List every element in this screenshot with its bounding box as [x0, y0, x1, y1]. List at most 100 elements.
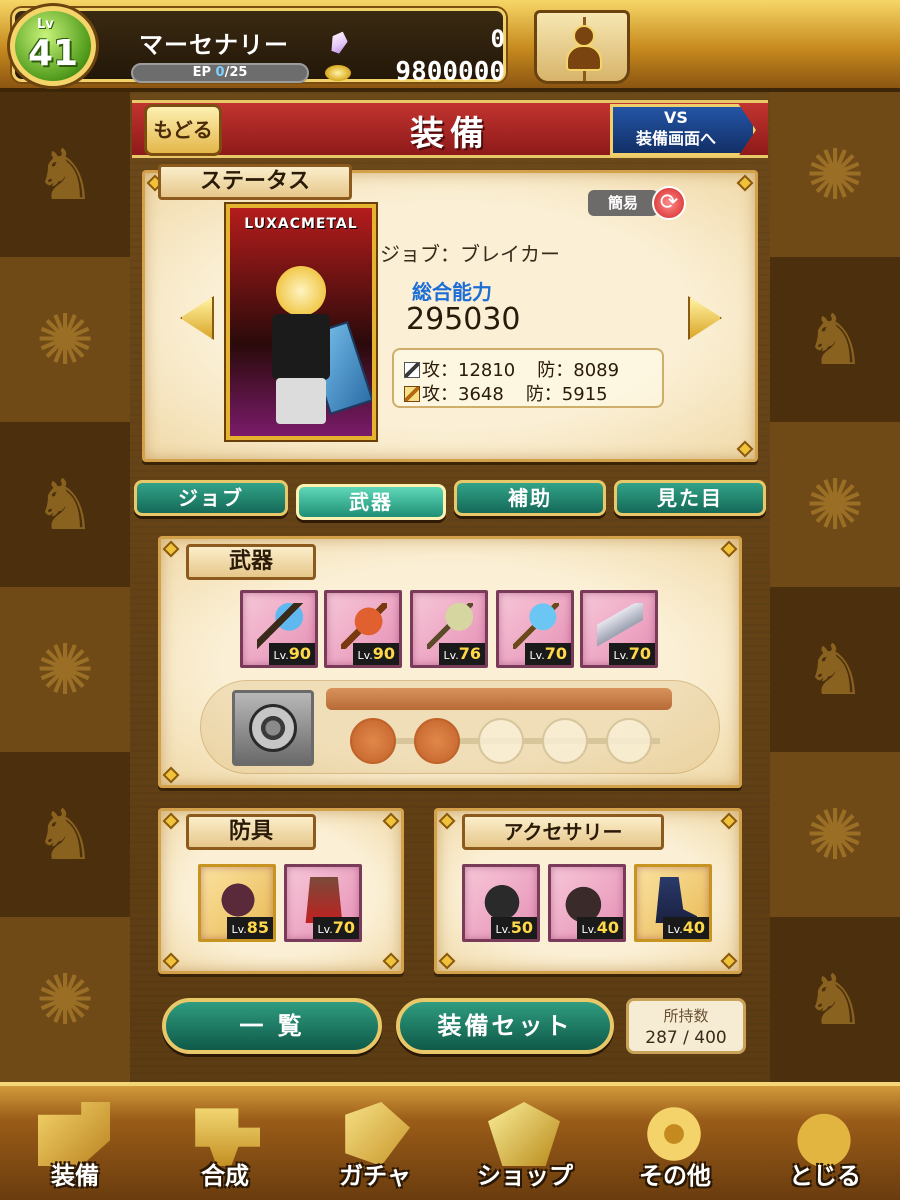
vs-equip-screen-button[interactable]: VS 装備画面へ [610, 104, 756, 156]
item-level: Lv.70 [609, 643, 655, 665]
left-decor-column: ♞ ✺ ♞ ✺ ♞ ✺ [0, 92, 130, 1082]
sun-emblem-icon: ✺ [770, 422, 900, 587]
corner-gem-icon [720, 812, 738, 830]
sun-emblem-icon: ✺ [770, 752, 900, 917]
job-name: ジョブ：ブレイカー [380, 242, 560, 266]
accessory-slot-3[interactable]: Lv.40 [634, 864, 712, 942]
skill-dot [414, 718, 460, 764]
nav-other[interactable]: その他 [600, 1086, 750, 1200]
nav-label: ガチャ [339, 1162, 411, 1190]
refresh-icon[interactable]: ⟳ [652, 186, 686, 220]
character-card[interactable]: LUXACMETAL [226, 204, 376, 440]
knight-emblem-icon: ♞ [770, 917, 900, 1082]
nav-equip[interactable]: 装備 [0, 1086, 150, 1200]
stat-box: 攻：12810 防：8089 攻：3648 防：5915 [392, 348, 664, 408]
player-name: マーセナリー [139, 31, 289, 59]
gold-count: 9800000 [395, 57, 505, 87]
accessory-slot-1[interactable]: Lv.50 [462, 864, 540, 942]
back-button[interactable]: もどる [144, 104, 222, 156]
weapon-tag: 武器 [186, 544, 316, 580]
weapon-slot-1[interactable]: Lv.90 [240, 590, 318, 668]
owned-label: 所持数 [663, 1007, 709, 1025]
weapon-slot-2[interactable]: Lv.90 [324, 590, 402, 668]
item-level: Lv.50 [491, 917, 537, 939]
skill-emblem[interactable] [232, 690, 314, 766]
crystal-icon [328, 29, 351, 55]
skill-dot [542, 718, 588, 764]
ep-gauge: EP 0/25 [131, 63, 309, 83]
owned-value: 287 / 400 [645, 1028, 727, 1048]
item-level: Lv.76 [439, 643, 485, 665]
nav-label: 合成 [201, 1162, 249, 1190]
nav-close[interactable]: とじる [750, 1086, 900, 1200]
weapon-slot-3[interactable]: Lv.76 [410, 590, 488, 668]
corner-gem-icon [720, 540, 738, 558]
phys-defense: 防：8089 [537, 360, 620, 381]
total-power-label: 総合能力 [412, 280, 492, 304]
simple-view-toggle[interactable]: 簡易 ⟳ [588, 186, 686, 220]
total-power-value: 295030 [406, 302, 521, 337]
item-level: Lv.70 [525, 643, 571, 665]
card-logo: LUXACMETAL [244, 216, 358, 232]
corner-gem-icon [720, 952, 738, 970]
friend-book-icon [564, 25, 602, 71]
nav-gacha[interactable]: ガチャ [300, 1086, 450, 1200]
weapon-slot-5[interactable]: Lv.70 [580, 590, 658, 668]
ep-current: 0 [215, 65, 225, 80]
corner-gem-icon [162, 952, 180, 970]
page-title: 装備 [410, 114, 490, 154]
character-head [276, 266, 326, 316]
sword-icon [404, 362, 420, 378]
bottom-nav: 装備 合成 ガチャ ショップ その他 とじる [0, 1082, 900, 1200]
item-level: Lv.90 [353, 643, 399, 665]
gem-count: 0 [490, 25, 505, 53]
weapon-slot-4[interactable]: Lv.70 [496, 590, 574, 668]
staff-icon [404, 386, 420, 402]
sun-emblem-icon: ✺ [770, 92, 900, 257]
mag-attack: 攻：3648 [422, 384, 504, 405]
tab-appearance[interactable]: 見た目 [614, 480, 766, 516]
physical-stats-row: 攻：12810 防：8089 [404, 356, 619, 382]
item-level: Lv.90 [269, 643, 315, 665]
equip-set-button[interactable]: 装備セット [396, 998, 614, 1054]
top-status-bar: マーセナリー EP 0/25 0 9800000 Lv 41 [0, 0, 900, 92]
owned-count-box: 所持数 287 / 400 [626, 998, 746, 1054]
coin-icon [325, 65, 351, 81]
corner-gem-icon [736, 440, 754, 458]
corner-gem-icon [162, 766, 180, 784]
knight-emblem-icon: ♞ [0, 92, 130, 257]
nav-label: その他 [639, 1162, 711, 1190]
simple-label: 簡易 [588, 190, 658, 216]
right-decor-column: ✺ ♞ ✺ ♞ ✺ ♞ [770, 92, 900, 1082]
nav-label: とじる [789, 1162, 861, 1190]
nav-shop[interactable]: ショップ [450, 1086, 600, 1200]
character-body [272, 314, 330, 380]
friend-book-button[interactable] [534, 10, 630, 84]
vs-label: VS [664, 108, 688, 127]
corner-gem-icon [382, 952, 400, 970]
skill-dot [606, 718, 652, 764]
armor-slot-1[interactable]: Lv.85 [198, 864, 276, 942]
sun-emblem-icon: ✺ [0, 587, 130, 752]
tab-job[interactable]: ジョブ [134, 480, 288, 516]
nav-fuse[interactable]: 合成 [150, 1086, 300, 1200]
armor-slot-2[interactable]: Lv.70 [284, 864, 362, 942]
magic-stats-row: 攻：3648 防：5915 [404, 380, 608, 406]
accessory-slot-2[interactable]: Lv.40 [548, 864, 626, 942]
skill-dot [350, 718, 396, 764]
accessory-tag: アクセサリー [462, 814, 664, 850]
sun-emblem-icon: ✺ [0, 257, 130, 422]
ep-label: EP [192, 65, 211, 80]
corner-gem-icon [162, 812, 180, 830]
mag-defense: 防：5915 [525, 384, 608, 405]
tab-weapon[interactable]: 武器 [296, 484, 446, 520]
tab-support[interactable]: 補助 [454, 480, 606, 516]
knight-emblem-icon: ♞ [770, 587, 900, 752]
armor-tag: 防具 [186, 814, 316, 850]
list-button[interactable]: 一 覧 [162, 998, 382, 1054]
skill-bar [326, 688, 672, 710]
wheel-emblem-icon [249, 704, 297, 752]
item-level: Lv.40 [663, 917, 709, 939]
item-level: Lv.40 [577, 917, 623, 939]
corner-gem-icon [162, 540, 180, 558]
